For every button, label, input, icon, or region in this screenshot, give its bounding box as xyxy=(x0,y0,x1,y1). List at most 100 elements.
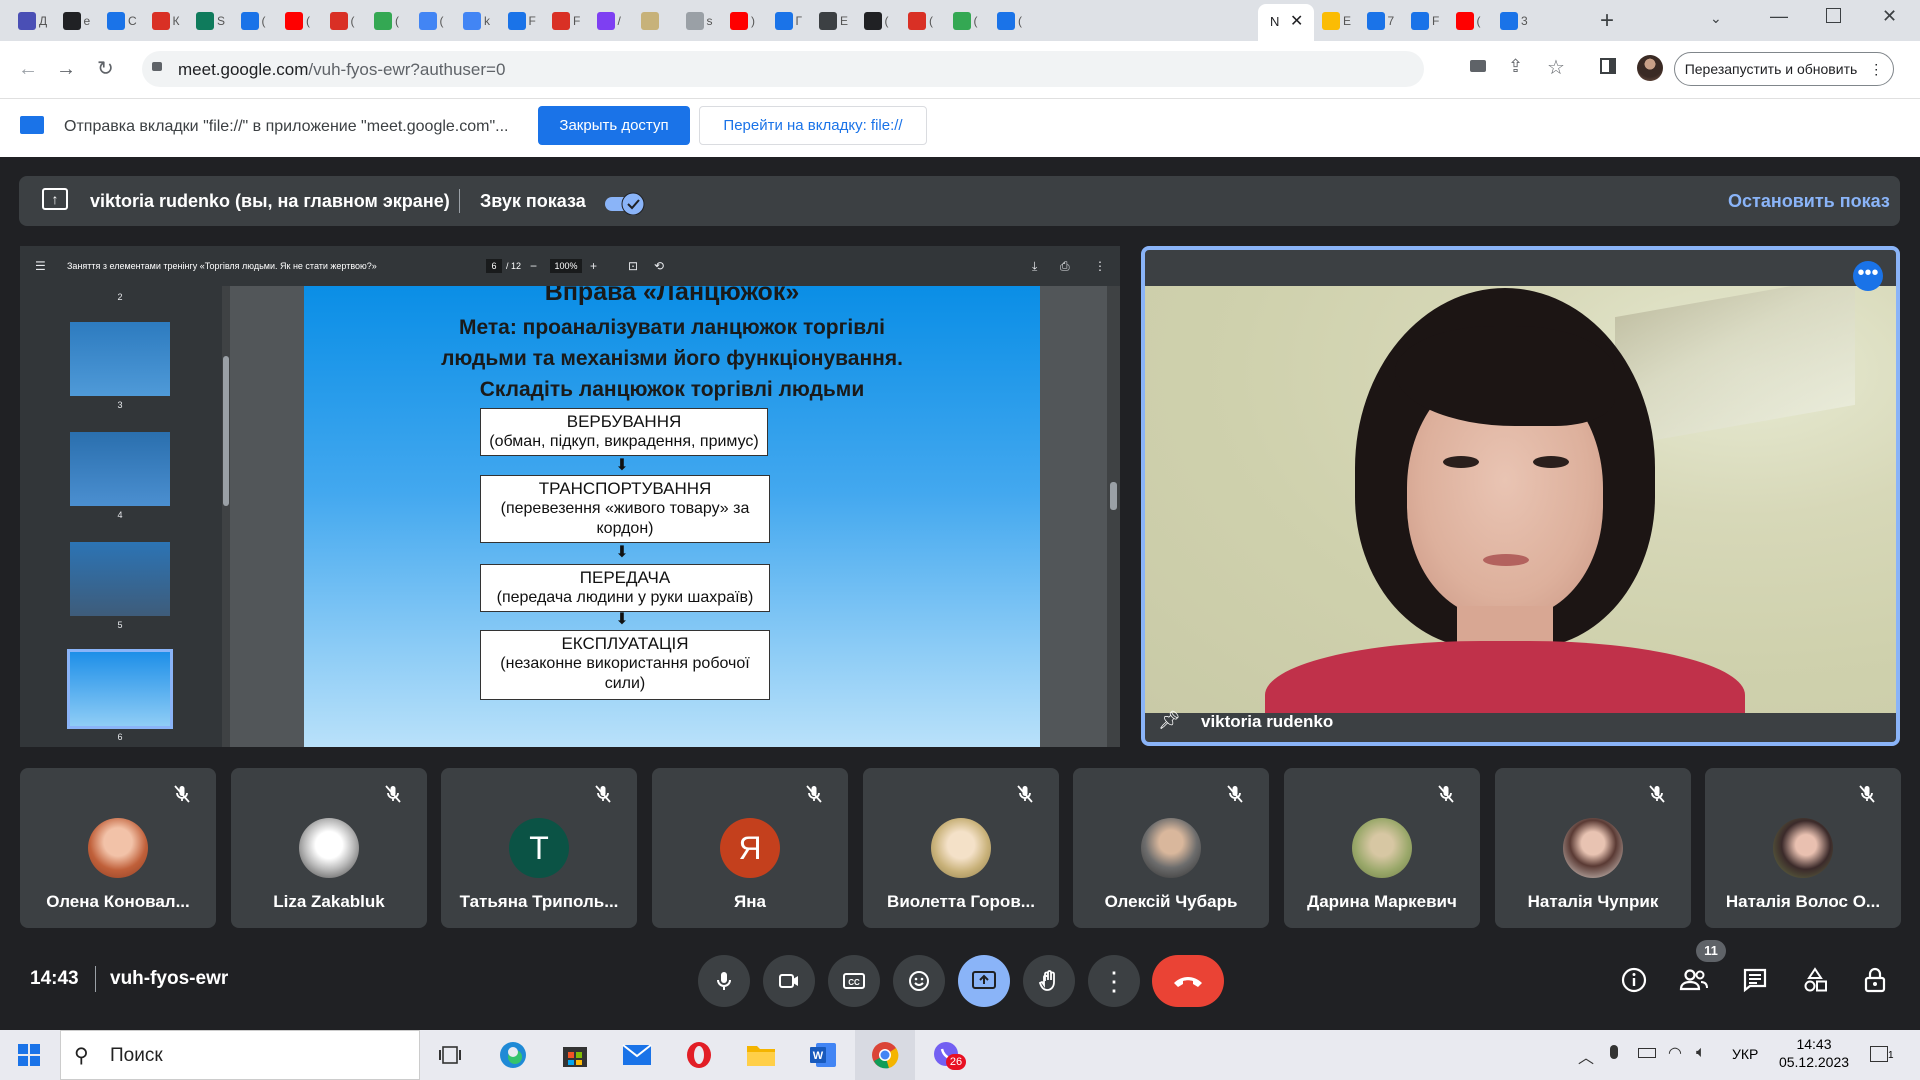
file-explorer-icon[interactable] xyxy=(744,1038,778,1072)
minimize-icon[interactable]: — xyxy=(1770,6,1788,27)
end-call-button[interactable] xyxy=(1152,955,1224,1007)
participant-tile[interactable]: Liza Zakabluk xyxy=(231,768,427,928)
present-audio-toggle[interactable] xyxy=(603,191,647,215)
mail-icon[interactable] xyxy=(620,1038,654,1072)
participant-tile[interactable]: Олена Коновал... xyxy=(20,768,216,928)
more-options-button[interactable]: ⋮ xyxy=(1088,955,1140,1007)
windows-start-icon[interactable] xyxy=(18,1044,40,1066)
browser-tab[interactable]: ( xyxy=(952,6,978,36)
participant-tile[interactable]: Дарина Маркевич xyxy=(1284,768,1480,928)
present-now-button[interactable] xyxy=(958,955,1010,1007)
browser-tab[interactable]: ( xyxy=(329,6,355,36)
microsoft-store-icon[interactable] xyxy=(558,1038,592,1072)
pdf-thumbnail[interactable] xyxy=(70,542,170,616)
tray-wifi-icon[interactable]: ◠ xyxy=(1668,1043,1682,1063)
raise-hand-button[interactable] xyxy=(1023,955,1075,1007)
browser-tab[interactable]: E xyxy=(1322,6,1351,36)
browser-tab[interactable]: Д xyxy=(18,6,47,36)
browser-tab[interactable]: s xyxy=(685,6,713,36)
reload-icon[interactable]: ↻ xyxy=(97,56,114,81)
tray-clock[interactable]: 14:43 05.12.2023 xyxy=(1772,1035,1856,1071)
bookmark-star-icon[interactable]: ☆ xyxy=(1547,55,1565,80)
close-window-icon[interactable]: ✕ xyxy=(1882,6,1897,27)
thumbnail-scrollbar-thumb[interactable] xyxy=(223,356,229,506)
task-view-icon[interactable] xyxy=(433,1038,467,1072)
stop-presenting-button[interactable]: Остановить показ xyxy=(1728,191,1890,212)
tray-mic-icon[interactable] xyxy=(1610,1045,1618,1059)
browser-tab[interactable] xyxy=(641,6,662,36)
participant-tile[interactable]: T Татьяна Триполь... xyxy=(441,768,637,928)
captions-button[interactable]: CC xyxy=(828,955,880,1007)
self-video-tile[interactable] xyxy=(1141,246,1900,746)
browser-tab[interactable]: / xyxy=(596,6,621,36)
browser-tab[interactable]: ( xyxy=(863,6,889,36)
close-tab-icon[interactable]: ✕ xyxy=(1290,11,1303,31)
chat-button[interactable] xyxy=(1737,962,1773,998)
tab-search-chevron-icon[interactable]: ⌄ xyxy=(1710,10,1722,27)
edge-icon[interactable] xyxy=(496,1038,530,1072)
profile-avatar[interactable] xyxy=(1637,55,1663,81)
browser-tab[interactable]: ) xyxy=(730,6,755,36)
chrome-icon[interactable] xyxy=(868,1038,902,1072)
forward-icon[interactable]: → xyxy=(56,58,76,81)
tray-chevron-icon[interactable]: ︿ xyxy=(1578,1044,1594,1068)
restart-update-button[interactable]: Перезапустить и обновить ⋮ xyxy=(1674,52,1894,86)
tray-volume-icon[interactable]: 🔈︎ xyxy=(1696,1044,1706,1062)
browser-tab[interactable]: k xyxy=(463,6,490,36)
browser-tab[interactable]: е xyxy=(62,6,90,36)
browser-tab[interactable]: ( xyxy=(1455,6,1481,36)
browser-tab[interactable]: 7 xyxy=(1366,6,1394,36)
tray-language[interactable]: УКР xyxy=(1732,1046,1758,1062)
pdf-menu-icon[interactable]: ☰ xyxy=(35,259,46,273)
pdf-thumbnail-selected[interactable] xyxy=(67,649,173,729)
browser-tab[interactable]: С xyxy=(107,6,137,36)
rotate-icon[interactable]: ⟲ xyxy=(654,259,664,273)
browser-tab[interactable]: К xyxy=(151,6,180,36)
browser-tab[interactable]: S xyxy=(196,6,225,36)
zoom-in-icon[interactable]: + xyxy=(590,259,597,273)
pdf-thumbnail[interactable] xyxy=(70,322,170,396)
activities-button[interactable] xyxy=(1797,962,1833,998)
participant-tile[interactable]: Я Яна xyxy=(652,768,848,928)
pin-icon[interactable]: 📌︎ xyxy=(1158,710,1181,731)
pdf-more-icon[interactable]: ⋮ xyxy=(1094,259,1106,273)
pdf-scrollbar[interactable] xyxy=(1107,286,1120,747)
participant-tile[interactable]: Виолетта Горов... xyxy=(863,768,1059,928)
pdf-page-input[interactable]: 6 xyxy=(486,259,502,273)
browser-tab[interactable]: ( xyxy=(908,6,933,36)
goto-tab-button[interactable]: Перейти на вкладку: file:// xyxy=(699,106,927,145)
browser-tab[interactable]: ( xyxy=(285,6,310,36)
close-access-button[interactable]: Закрыть доступ xyxy=(538,106,690,145)
new-tab-icon[interactable]: + xyxy=(1600,7,1614,35)
tray-battery-icon[interactable] xyxy=(1638,1048,1656,1058)
word-icon[interactable]: W xyxy=(806,1038,840,1072)
opera-icon[interactable] xyxy=(682,1038,716,1072)
reactions-button[interactable] xyxy=(893,955,945,1007)
active-tab[interactable]: N ✕ xyxy=(1258,4,1314,41)
restore-window-icon[interactable] xyxy=(1826,8,1841,23)
participant-tile[interactable]: Олексій Чубарь xyxy=(1073,768,1269,928)
microphone-button[interactable] xyxy=(698,955,750,1007)
browser-tab[interactable]: 3 xyxy=(1500,6,1528,36)
people-button[interactable] xyxy=(1676,962,1712,998)
participant-tile[interactable]: Наталія Волос О... xyxy=(1705,768,1901,928)
browser-tab[interactable]: ( xyxy=(240,6,266,36)
camera-in-use-icon[interactable] xyxy=(1470,60,1486,72)
browser-tab[interactable]: ( xyxy=(997,6,1022,36)
fit-page-icon[interactable]: ⊡ xyxy=(628,259,638,273)
browser-tab[interactable]: F xyxy=(552,6,580,36)
share-icon[interactable]: ⇪ xyxy=(1508,56,1523,77)
pdf-scrollbar-thumb[interactable] xyxy=(1110,482,1117,510)
meeting-details-button[interactable] xyxy=(1616,962,1652,998)
side-panel-icon[interactable] xyxy=(1600,58,1616,74)
tile-options-icon[interactable]: ••• xyxy=(1853,261,1883,291)
browser-tab[interactable]: E xyxy=(819,6,848,36)
back-icon[interactable]: ← xyxy=(18,58,38,81)
host-controls-button[interactable] xyxy=(1857,962,1893,998)
download-icon[interactable]: ⤓ xyxy=(1032,259,1037,273)
browser-tab[interactable]: F xyxy=(1411,6,1439,36)
zoom-out-icon[interactable]: − xyxy=(530,259,537,273)
camera-button[interactable] xyxy=(763,955,815,1007)
print-icon[interactable]: ⎙ xyxy=(1060,259,1070,273)
browser-tab[interactable]: ( xyxy=(374,6,399,36)
